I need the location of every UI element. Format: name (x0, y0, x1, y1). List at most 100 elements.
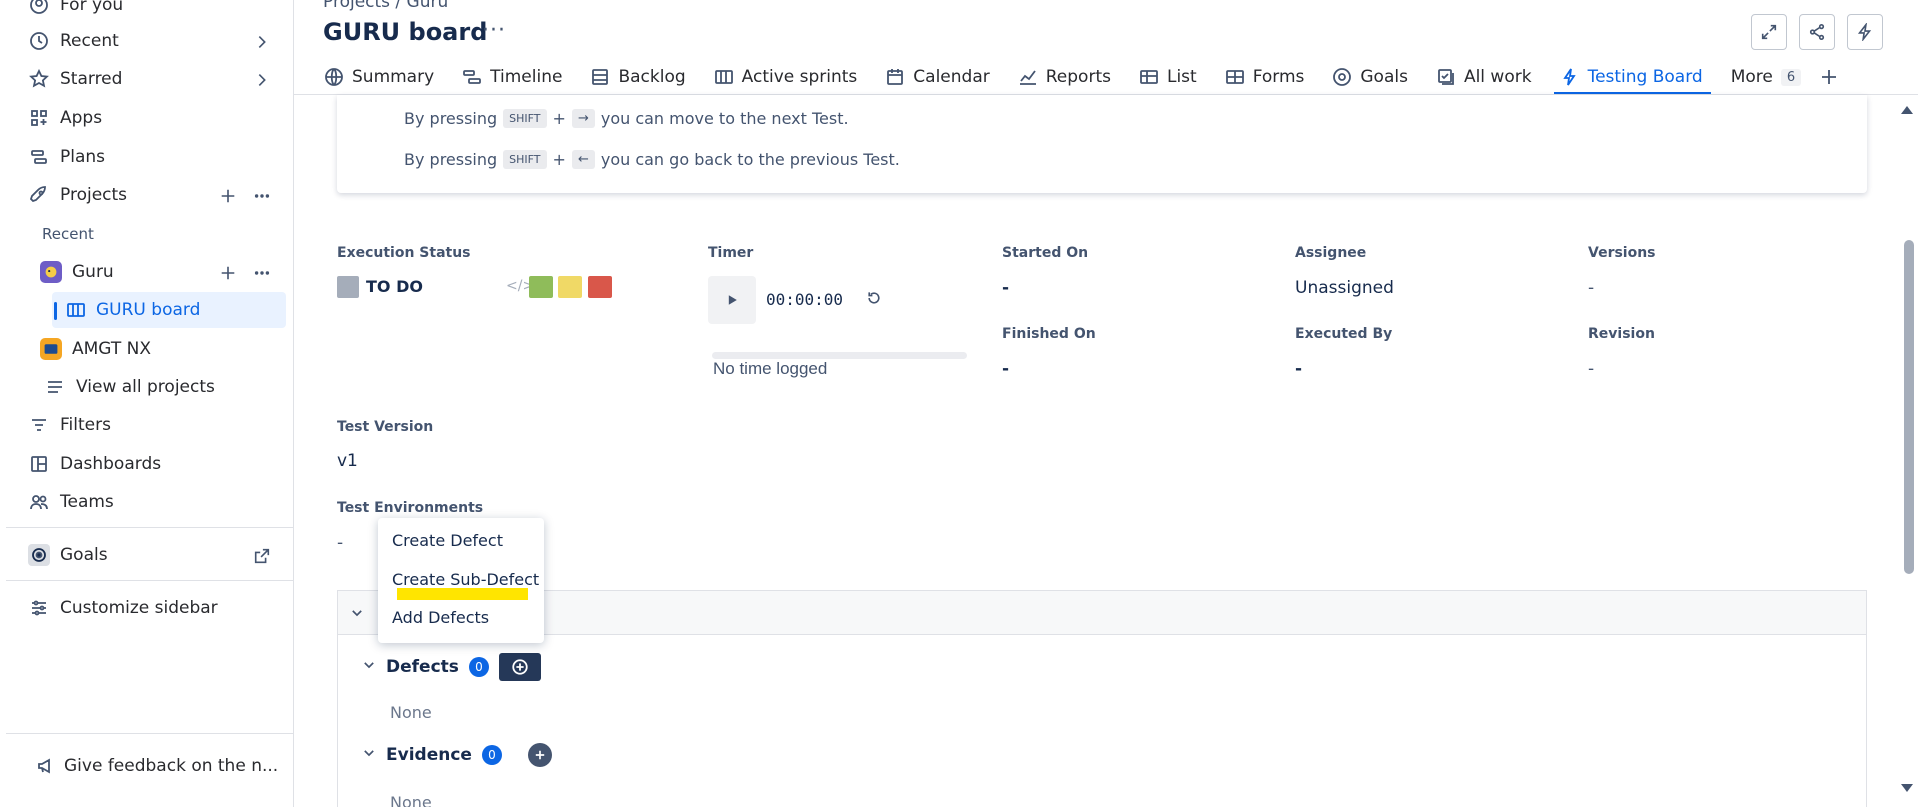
chevron-right-icon[interactable] (253, 33, 271, 51)
chevron-right-icon[interactable] (253, 71, 271, 89)
tab-backlog[interactable]: Backlog (590, 60, 686, 94)
shortcut-previous: By pressing SHIFT + ← you can go back to… (404, 150, 900, 169)
status-color-square (337, 276, 359, 298)
guru-actions (219, 264, 271, 287)
projects-actions (219, 187, 271, 210)
shift-key: SHIFT (503, 109, 547, 128)
sidebar-item-starred[interactable]: Starred (28, 62, 122, 96)
status-swatch-fail[interactable] (588, 276, 612, 298)
test-version-label: Test Version (337, 419, 434, 435)
share-button[interactable] (1799, 14, 1835, 50)
assignee-value[interactable]: Unassigned (1295, 278, 1394, 298)
add-icon (1822, 70, 1837, 84)
sidebar-item-recent[interactable]: Recent (28, 24, 119, 58)
sidebar-item-guru-board[interactable]: GURU board (66, 293, 200, 327)
execution-status-value[interactable]: TO DO (366, 277, 423, 296)
tab-goals[interactable]: Goals (1332, 60, 1408, 94)
tab-label: Backlog (618, 67, 686, 87)
execution-status-label: Execution Status (337, 245, 471, 261)
tab-calendar[interactable]: Calendar (885, 60, 990, 94)
sidebar-item-label: AMGT NX (72, 339, 152, 359)
sidebar-item-view-all-projects[interactable]: View all projects (44, 370, 215, 404)
sidebar-item-teams[interactable]: Teams (28, 485, 114, 519)
sidebar-item-apps[interactable]: Apps (28, 101, 102, 135)
chevron-down-icon[interactable] (362, 745, 376, 765)
test-environments-value: - (337, 533, 344, 553)
fullscreen-button[interactable] (1751, 14, 1787, 50)
tab-all-work[interactable]: All work (1436, 60, 1532, 94)
feedback-label: Give feedback on the n... (64, 756, 279, 776)
tab-label: Calendar (913, 67, 990, 87)
add-icon (535, 750, 545, 760)
highlight-marker (397, 588, 528, 600)
scroll-up-arrow[interactable] (1901, 106, 1913, 114)
sidebar-item-plans[interactable]: Plans (28, 140, 105, 174)
finished-on-label: Finished On (1002, 326, 1096, 342)
title-more-button[interactable]: ··· (482, 18, 506, 43)
defects-empty: None (390, 703, 432, 722)
tab-more[interactable]: More 6 (1730, 60, 1802, 94)
status-swatch-pass[interactable] (529, 276, 553, 298)
sidebar: For you Recent Starred Apps Plans Projec… (6, 0, 294, 807)
give-feedback-link[interactable]: Give feedback on the n... (36, 756, 278, 776)
test-environments-label: Test Environments (337, 500, 484, 516)
timer-play-button[interactable] (708, 276, 756, 324)
breadcrumb[interactable]: Projects / Guru (323, 0, 448, 12)
page-title: GURU board (323, 18, 488, 46)
sidebar-divider (6, 580, 293, 581)
sidebar-project-guru[interactable]: Guru (40, 255, 114, 289)
add-tab-button[interactable] (1819, 60, 1839, 94)
scroll-down-arrow[interactable] (1901, 784, 1913, 792)
sidebar-item-projects[interactable]: Projects (28, 178, 127, 212)
guru-avatar-icon (40, 261, 62, 283)
add-evidence-button[interactable] (527, 743, 552, 767)
sidebar-item-label: For you (60, 0, 124, 15)
sidebar-item-dashboards[interactable]: Dashboards (28, 447, 161, 481)
tab-summary[interactable]: Summary (324, 60, 434, 94)
tab-list[interactable]: List (1139, 60, 1197, 94)
scrollbar-thumb[interactable] (1904, 240, 1914, 574)
tab-testing-board[interactable]: Testing Board (1553, 60, 1711, 95)
add-icon[interactable] (219, 187, 237, 210)
sidebar-project-amgt[interactable]: AMGT NX (40, 332, 151, 366)
sidebar-item-customize[interactable]: Customize sidebar (28, 591, 218, 625)
chevron-down-icon[interactable] (350, 605, 364, 625)
more-count-badge: 6 (1780, 68, 1802, 86)
menu-item-add-defects[interactable]: Add Defects (392, 608, 489, 627)
status-swatch-executing[interactable] (558, 276, 582, 298)
sliders-icon (28, 597, 50, 619)
sidebar-item-filters[interactable]: Filters (28, 408, 111, 442)
rocket-icon (28, 184, 50, 206)
timer-value: 00:00:00 (766, 290, 844, 309)
plus-sign: + (552, 150, 566, 169)
tab-forms[interactable]: Forms (1225, 60, 1304, 94)
chart-line-icon (1019, 70, 1036, 85)
tab-bar: Summary Timeline Backlog Active sprints … (324, 60, 1867, 95)
recent-section-label: Recent (42, 225, 94, 243)
external-link-icon[interactable] (253, 547, 271, 565)
add-defect-button[interactable] (498, 653, 541, 681)
sidebar-item-label: Teams (60, 492, 114, 512)
tab-timeline[interactable]: Timeline (462, 60, 562, 94)
menu-item-create-sub-defect[interactable]: Create Sub-Defect (392, 570, 539, 589)
chevron-down-icon[interactable] (362, 657, 376, 677)
automation-button[interactable] (1847, 14, 1883, 50)
executed-by-label: Executed By (1295, 326, 1393, 342)
menu-item-create-defect[interactable]: Create Defect (392, 531, 503, 550)
tab-label: More (1730, 67, 1773, 87)
tab-active-sprints[interactable]: Active sprints (714, 60, 857, 94)
more-icon[interactable] (253, 264, 271, 287)
more-icon[interactable] (253, 187, 271, 210)
tab-label: All work (1463, 67, 1532, 87)
tab-reports[interactable]: Reports (1018, 60, 1111, 94)
all-work-icon (1438, 69, 1454, 85)
add-icon[interactable] (219, 264, 237, 287)
finished-on-value: - (1002, 359, 1010, 379)
sidebar-item-goals[interactable]: Goals (28, 538, 108, 572)
sidebar-item-label: Starred (60, 69, 123, 89)
sidebar-item-for-you[interactable]: For you (28, 0, 123, 22)
expand-icon (1761, 24, 1777, 40)
evidence-empty: None (390, 793, 432, 807)
timer-reset-button[interactable] (866, 290, 882, 311)
defects-title: Defects (386, 657, 459, 677)
